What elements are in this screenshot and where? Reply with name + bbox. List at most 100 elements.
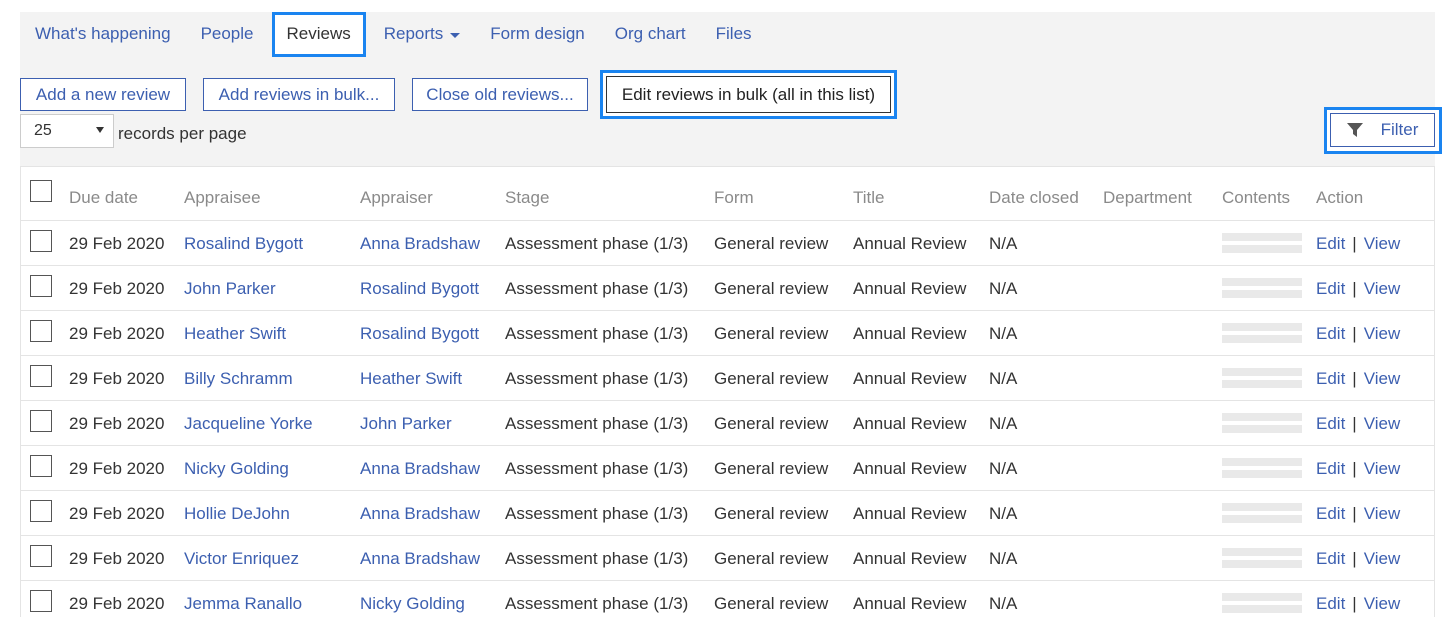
appraiser-link[interactable]: Rosalind Bygott: [360, 266, 479, 311]
view-link[interactable]: View: [1364, 324, 1401, 343]
row-checkbox[interactable]: [30, 320, 52, 342]
add-reviews-bulk-button[interactable]: Add reviews in bulk...: [203, 78, 395, 111]
appraiser-link[interactable]: John Parker: [360, 401, 452, 446]
view-link[interactable]: View: [1364, 279, 1401, 298]
cell-stage: Assessment phase (1/3): [505, 324, 689, 343]
reviews-table: Due date Appraisee Appraiser Stage Form …: [20, 166, 1435, 617]
appraisee-link[interactable]: Hollie DeJohn: [184, 491, 290, 536]
cell-form: General review: [714, 324, 829, 343]
edit-link[interactable]: Edit: [1316, 279, 1345, 298]
appraisee-link[interactable]: Nicky Golding: [184, 446, 289, 491]
cell-form: General review: [714, 279, 829, 298]
records-per-page-select[interactable]: 25: [20, 114, 114, 148]
appraiser-link[interactable]: Anna Bradshaw: [360, 536, 480, 581]
edit-link[interactable]: Edit: [1316, 414, 1345, 433]
tab-org-chart[interactable]: Org chart: [600, 12, 701, 56]
contents-placeholder: [1222, 380, 1302, 388]
table-row: 29 Feb 2020 Jemma Ranallo Nicky Golding Ass…: [21, 581, 1434, 617]
view-link[interactable]: View: [1364, 414, 1401, 433]
cell-stage: Assessment phase (1/3): [505, 594, 689, 613]
appraisee-link[interactable]: Jacqueline Yorke: [184, 401, 313, 446]
close-old-reviews-button[interactable]: Close old reviews...: [412, 78, 588, 111]
column-header-stage[interactable]: Stage: [505, 175, 549, 221]
add-review-button[interactable]: Add a new review: [20, 78, 186, 111]
contents-placeholder: [1222, 458, 1302, 466]
cell-due-date: 29 Feb 2020: [69, 234, 165, 253]
row-checkbox[interactable]: [30, 500, 52, 522]
row-checkbox[interactable]: [30, 365, 52, 387]
action-separator: |: [1352, 459, 1357, 478]
tab-people[interactable]: People: [186, 12, 269, 56]
column-header-due-date[interactable]: Due date: [69, 175, 138, 221]
column-header-title[interactable]: Title: [853, 175, 885, 221]
view-link[interactable]: View: [1364, 369, 1401, 388]
cell-stage: Assessment phase (1/3): [505, 414, 689, 433]
cell-title: Annual Review: [853, 504, 967, 523]
appraiser-link[interactable]: Nicky Golding: [360, 581, 465, 617]
view-link[interactable]: View: [1364, 594, 1401, 613]
contents-placeholder: [1222, 245, 1302, 253]
tab-reports[interactable]: Reports: [369, 12, 476, 56]
cell-date-closed: N/A: [989, 504, 1018, 523]
action-separator: |: [1352, 414, 1357, 433]
edit-link[interactable]: Edit: [1316, 549, 1345, 568]
column-header-date-closed[interactable]: Date closed: [989, 175, 1079, 221]
column-header-appraiser[interactable]: Appraiser: [360, 175, 433, 221]
view-link[interactable]: View: [1364, 549, 1401, 568]
action-cell: Edit | View: [1316, 491, 1400, 536]
cell-date-closed: N/A: [989, 414, 1018, 433]
appraiser-link[interactable]: Rosalind Bygott: [360, 311, 479, 356]
edit-link[interactable]: Edit: [1316, 459, 1345, 478]
tab-whats-happening[interactable]: What's happening: [20, 12, 186, 56]
edit-link[interactable]: Edit: [1316, 594, 1345, 613]
edit-link[interactable]: Edit: [1316, 324, 1345, 343]
column-header-appraisee[interactable]: Appraisee: [184, 175, 261, 221]
appraisee-link[interactable]: Billy Schramm: [184, 356, 293, 401]
table-row: 29 Feb 2020 Victor Enriquez Anna Bradshaw A…: [21, 536, 1434, 581]
action-cell: Edit | View: [1316, 446, 1400, 491]
appraiser-link[interactable]: Heather Swift: [360, 356, 462, 401]
row-checkbox[interactable]: [30, 275, 52, 297]
edit-link[interactable]: Edit: [1316, 234, 1345, 253]
column-header-form[interactable]: Form: [714, 175, 754, 221]
edit-link[interactable]: Edit: [1316, 369, 1345, 388]
action-cell: Edit | View: [1316, 311, 1400, 356]
edit-reviews-bulk-button[interactable]: Edit reviews in bulk (all in this list): [606, 76, 891, 113]
row-checkbox[interactable]: [30, 545, 52, 567]
appraiser-link[interactable]: Anna Bradshaw: [360, 491, 480, 536]
appraisee-link[interactable]: Victor Enriquez: [184, 536, 299, 581]
column-header-department[interactable]: Department: [1103, 175, 1192, 221]
action-separator: |: [1352, 369, 1357, 388]
contents-placeholder: [1222, 368, 1302, 376]
cell-title: Annual Review: [853, 549, 967, 568]
appraisee-link[interactable]: Rosalind Bygott: [184, 221, 303, 266]
cell-title: Annual Review: [853, 594, 967, 613]
filter-label: Filter: [1380, 120, 1419, 139]
cell-due-date: 29 Feb 2020: [69, 369, 165, 388]
cell-form: General review: [714, 369, 829, 388]
row-checkbox[interactable]: [30, 410, 52, 432]
action-separator: |: [1352, 549, 1357, 568]
row-checkbox[interactable]: [30, 455, 52, 477]
appraisee-link[interactable]: John Parker: [184, 266, 276, 311]
table-row: 29 Feb 2020 John Parker Rosalind Bygott Ass…: [21, 266, 1434, 311]
appraisee-link[interactable]: Heather Swift: [184, 311, 286, 356]
column-header-contents: Contents: [1222, 188, 1291, 207]
tab-files[interactable]: Files: [701, 12, 767, 56]
tab-reviews[interactable]: Reviews: [271, 11, 366, 57]
view-link[interactable]: View: [1364, 459, 1401, 478]
action-cell: Edit | View: [1316, 221, 1400, 266]
filter-button[interactable]: Filter: [1330, 113, 1435, 147]
tab-form-design[interactable]: Form design: [475, 12, 599, 56]
view-link[interactable]: View: [1364, 504, 1401, 523]
table-row: 29 Feb 2020 Heather Swift Rosalind Bygott A…: [21, 311, 1434, 356]
row-checkbox[interactable]: [30, 230, 52, 252]
appraiser-link[interactable]: Anna Bradshaw: [360, 446, 480, 491]
row-checkbox[interactable]: [30, 590, 52, 612]
edit-link[interactable]: Edit: [1316, 504, 1345, 523]
select-all-checkbox[interactable]: [30, 180, 52, 202]
appraisee-link[interactable]: Jemma Ranallo: [184, 581, 302, 617]
table-row: 29 Feb 2020 Jacqueline Yorke John Parker As…: [21, 401, 1434, 446]
appraiser-link[interactable]: Anna Bradshaw: [360, 221, 480, 266]
view-link[interactable]: View: [1364, 234, 1401, 253]
